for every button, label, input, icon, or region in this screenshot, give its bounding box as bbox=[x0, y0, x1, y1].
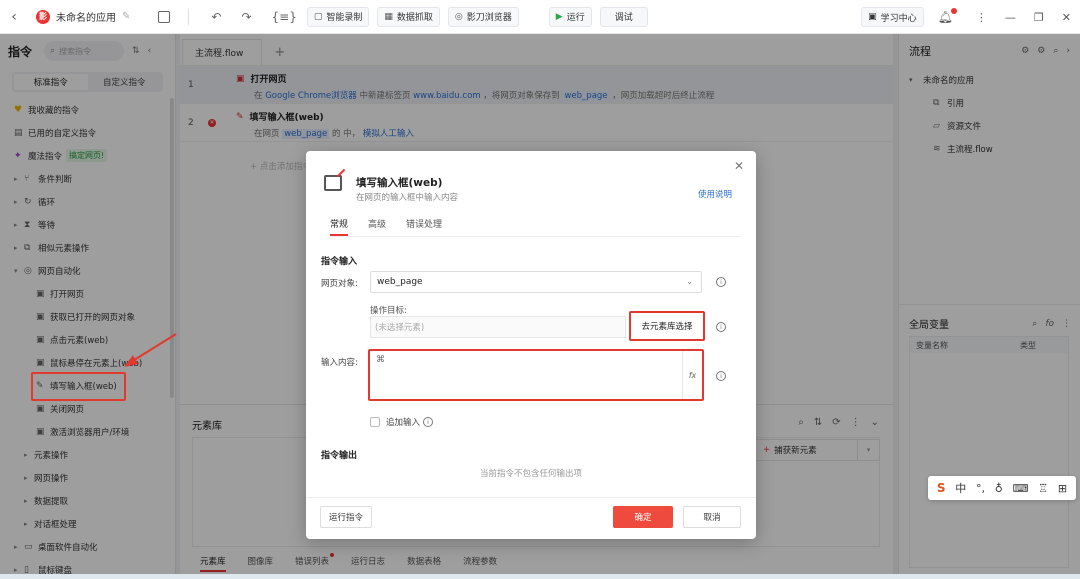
maximize-icon[interactable]: ❐ bbox=[1034, 11, 1044, 24]
ime-mode-label[interactable]: 中 bbox=[955, 480, 966, 496]
save-icon[interactable] bbox=[158, 10, 171, 23]
content-label: 输入内容: bbox=[321, 358, 358, 368]
table-icon: ▦ bbox=[384, 11, 393, 22]
info-icon[interactable]: i bbox=[716, 322, 726, 332]
output-section-title: 指令输出 bbox=[321, 451, 358, 461]
confirm-button[interactable]: 确定 bbox=[613, 506, 673, 528]
tab-advanced[interactable]: 高级 bbox=[368, 217, 386, 236]
highlight-box bbox=[31, 372, 126, 401]
ime-toolbar: S 中 °, ♁ ⌨ ♖ ⊞ bbox=[928, 476, 1076, 500]
dialog-tabs: 常规 高级 错误处理 bbox=[330, 217, 740, 237]
page-object-label: 网页对象: bbox=[321, 279, 358, 289]
target-element-input[interactable]: (未选择元素) bbox=[370, 316, 626, 338]
run-button[interactable]: ▶ 运行 bbox=[548, 6, 592, 27]
record-icon: ▢ bbox=[313, 11, 323, 22]
browser-button[interactable]: ◎ 影刀浏览器 bbox=[447, 6, 519, 27]
smart-record-button[interactable]: ▢ 智能录制 bbox=[306, 6, 370, 27]
grid-icon[interactable]: ⊞ bbox=[1058, 482, 1067, 495]
pick-from-library-button[interactable]: 去元素库选择 bbox=[629, 311, 705, 341]
cancel-button[interactable]: 取消 bbox=[683, 506, 741, 528]
tab-error-handling[interactable]: 错误处理 bbox=[406, 217, 442, 236]
fill-input-dialog: ✕ 填写输入框(web) 在网页的输入框中输入内容 使用说明 常规 高级 错误处… bbox=[306, 151, 756, 539]
debug-button[interactable]: 调试 bbox=[599, 6, 648, 27]
code-icon[interactable]: {≡} bbox=[272, 10, 297, 24]
minimize-icon[interactable]: — bbox=[1005, 11, 1016, 24]
app-title: 未命名的应用 bbox=[56, 13, 116, 24]
ime-logo-icon[interactable]: S bbox=[937, 481, 946, 495]
dialog-subtitle: 在网页的输入框中输入内容 bbox=[356, 193, 459, 203]
learn-center-button[interactable]: ▣ 学习中心 bbox=[861, 7, 924, 27]
dialog-title: 填写输入框(web) bbox=[356, 177, 443, 189]
function-icon[interactable]: fx bbox=[682, 351, 702, 399]
undo-icon[interactable]: ↶ bbox=[211, 10, 221, 24]
tab-general[interactable]: 常规 bbox=[330, 217, 349, 236]
chevron-down-icon: ⌄ bbox=[686, 277, 693, 286]
help-link[interactable]: 使用说明 bbox=[698, 188, 732, 200]
run-command-button[interactable]: 运行指令 bbox=[320, 506, 372, 528]
fill-input-icon bbox=[324, 175, 342, 191]
python-icon[interactable]: ⌘ bbox=[376, 355, 385, 365]
notification-dot bbox=[950, 8, 957, 14]
content-input[interactable]: ⌘ fx bbox=[368, 349, 704, 401]
append-input-row: 追加输入 i bbox=[370, 416, 434, 428]
notification-bell-icon[interactable]: 🔔︎ bbox=[938, 8, 957, 24]
play-icon: ▶ bbox=[555, 11, 563, 22]
close-icon[interactable]: ✕ bbox=[734, 159, 744, 173]
dialog-footer-divider bbox=[306, 497, 756, 498]
skin-icon[interactable]: ♖ bbox=[1038, 482, 1048, 495]
browser-icon: ◎ bbox=[454, 11, 463, 22]
more-menu-icon[interactable]: ⋮ bbox=[976, 11, 987, 24]
edit-title-icon[interactable]: ✎ bbox=[122, 11, 130, 22]
input-section-title: 指令输入 bbox=[321, 257, 358, 267]
top-right-controls: ▣ 学习中心 🔔︎ ⋮ — ❐ ✕ bbox=[861, 0, 1080, 34]
punctuation-icon[interactable]: °, bbox=[976, 482, 985, 495]
redo-icon[interactable]: ↷ bbox=[241, 10, 251, 24]
close-window-icon[interactable]: ✕ bbox=[1062, 11, 1071, 24]
app-logo-icon: 影 bbox=[36, 9, 50, 24]
top-toolbar: ‹ 影 未命名的应用 ✎ ↶ ↷ {≡} ▢ 智能录制 ▦ 数据抓取 ◎ 影刀浏览器 … bbox=[0, 0, 1080, 34]
data-capture-button[interactable]: ▦ 数据抓取 bbox=[377, 6, 440, 27]
info-icon[interactable]: i bbox=[716, 371, 726, 381]
page-object-select[interactable]: web_page ⌄ bbox=[370, 271, 702, 293]
microphone-icon[interactable]: ♁ bbox=[995, 482, 1003, 495]
status-strip bbox=[0, 574, 1080, 579]
no-output-message: 当前指令不包含任何输出项 bbox=[479, 469, 582, 479]
info-icon[interactable]: i bbox=[716, 277, 726, 287]
target-label: 操作目标: bbox=[370, 306, 407, 316]
back-icon[interactable]: ‹ bbox=[0, 9, 28, 25]
book-icon: ▣ bbox=[868, 12, 877, 22]
append-input-checkbox[interactable] bbox=[370, 417, 380, 427]
toolbar-divider bbox=[188, 8, 190, 25]
keyboard-icon[interactable]: ⌨ bbox=[1013, 482, 1029, 495]
info-icon[interactable]: i bbox=[423, 417, 434, 427]
